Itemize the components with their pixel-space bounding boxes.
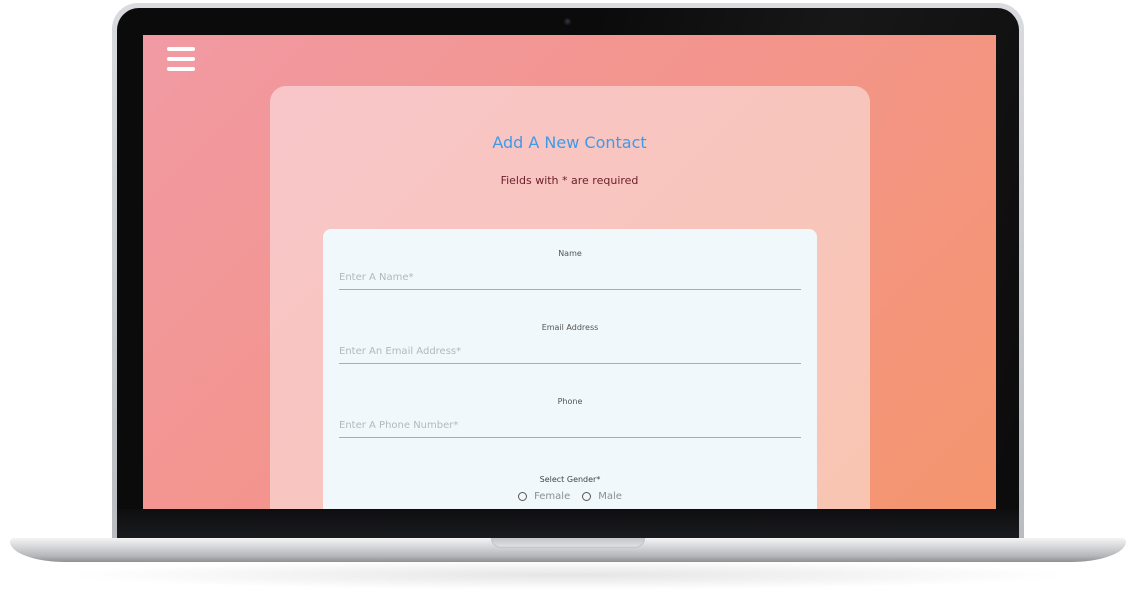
name-label: Name xyxy=(558,249,582,258)
gender-female-label: Female xyxy=(534,491,571,502)
gender-male-label: Male xyxy=(598,491,622,502)
app-screen: Add A New Contact Fields with * are requ… xyxy=(143,35,996,509)
laptop-bezel-bottom xyxy=(117,509,1019,538)
contact-form: Name Email Address Phone Select Gender* … xyxy=(323,229,817,509)
laptop-notch xyxy=(491,538,645,548)
camera-icon xyxy=(564,18,571,25)
page-title: Add A New Contact xyxy=(492,133,647,152)
email-field: Email Address xyxy=(339,323,801,364)
phone-input[interactable] xyxy=(339,414,801,438)
hamburger-menu-icon[interactable] xyxy=(167,47,195,73)
name-field: Name xyxy=(339,249,801,290)
hamburger-line xyxy=(167,47,195,51)
gender-field: Select Gender* Female Male xyxy=(323,475,817,502)
name-input[interactable] xyxy=(339,266,801,290)
email-input[interactable] xyxy=(339,340,801,364)
gender-label: Select Gender* xyxy=(539,475,601,484)
phone-label: Phone xyxy=(557,397,583,406)
email-label: Email Address xyxy=(541,323,599,332)
radio-female[interactable] xyxy=(518,492,528,501)
hamburger-line xyxy=(167,57,195,61)
hamburger-line xyxy=(167,67,195,71)
gender-female-option[interactable]: Female xyxy=(518,491,570,502)
gender-options: Female Male xyxy=(323,491,817,502)
radio-male[interactable] xyxy=(582,492,592,501)
laptop-mockup: Add A New Contact Fields with * are requ… xyxy=(0,0,1135,604)
gender-male-option[interactable]: Male xyxy=(582,491,622,502)
phone-field: Phone xyxy=(339,397,801,438)
laptop-shadow xyxy=(60,560,1076,590)
required-fields-note: Fields with * are required xyxy=(500,174,639,187)
